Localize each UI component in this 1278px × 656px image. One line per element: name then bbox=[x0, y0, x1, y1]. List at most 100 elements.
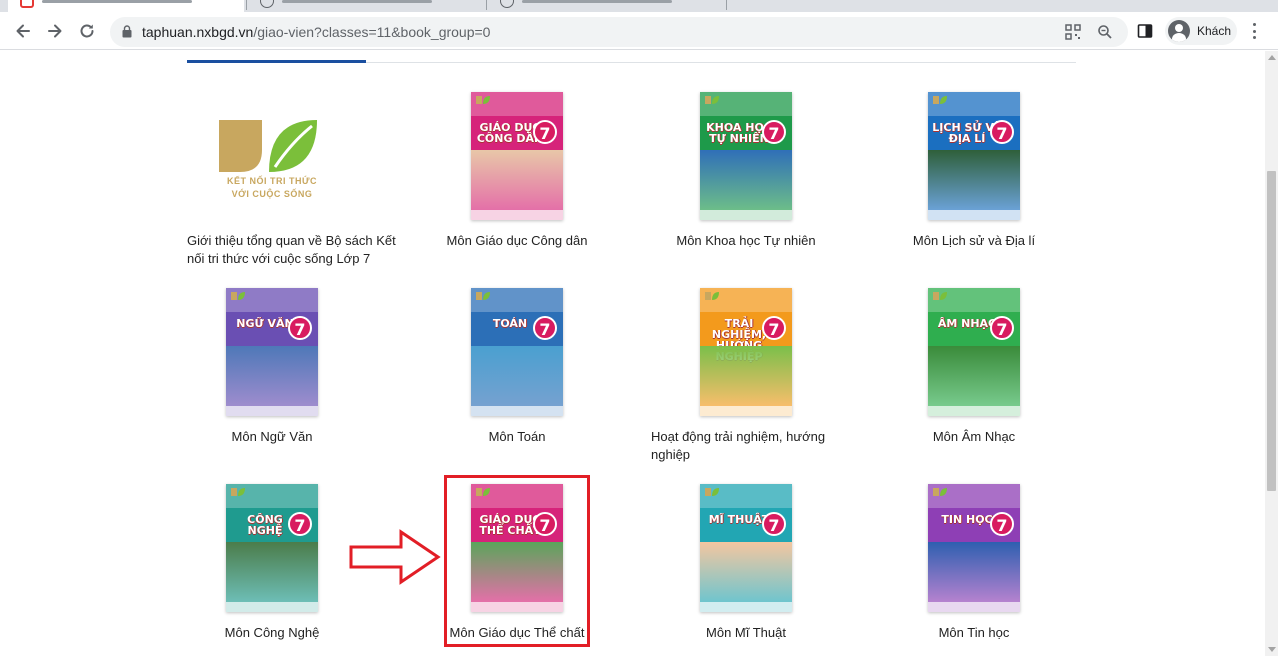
sidepanel-icon[interactable] bbox=[1137, 23, 1153, 39]
cover-footer bbox=[700, 406, 792, 416]
book-cover[interactable]: MĨ THUẬT 7 bbox=[700, 484, 792, 612]
book-title[interactable]: Môn Mĩ Thuật bbox=[641, 624, 851, 642]
publisher-logo-icon bbox=[705, 488, 719, 496]
logo-text-line2: VỚI CUỘC SỐNG bbox=[231, 189, 313, 199]
cover-illustration bbox=[700, 346, 792, 406]
page-content: KẾT NỐI TRI THỨC VỚI CUỘC SỐNG Giới thiệu … bbox=[0, 51, 1265, 656]
grade-badge: 7 bbox=[990, 512, 1014, 536]
avatar-icon bbox=[1168, 20, 1190, 42]
cover-illustration bbox=[226, 542, 318, 602]
scroll-up-icon[interactable] bbox=[1268, 55, 1276, 60]
active-tab-indicator bbox=[187, 60, 366, 63]
grade-badge: 7 bbox=[533, 120, 557, 144]
cover-footer bbox=[471, 210, 563, 220]
site-favicon-icon bbox=[20, 0, 34, 8]
more-menu-icon[interactable] bbox=[1246, 22, 1262, 40]
cover-illustration bbox=[471, 150, 563, 210]
grade-badge: 7 bbox=[288, 512, 312, 536]
book-title[interactable]: Môn Khoa học Tự nhiên bbox=[641, 232, 851, 250]
reload-button[interactable] bbox=[72, 16, 102, 46]
forward-button[interactable] bbox=[40, 16, 70, 46]
logo-text-line1: KẾT NỐI TRI THỨC bbox=[227, 176, 317, 186]
address-bar[interactable]: taphuan.nxbgd.vn/giao-vien?classes=11&bo… bbox=[110, 17, 1128, 47]
book-title[interactable]: Môn Ngữ Văn bbox=[167, 428, 377, 446]
publisher-logo-icon bbox=[933, 488, 947, 496]
cover-header bbox=[928, 484, 1020, 508]
browser-tab-2[interactable] bbox=[248, 0, 484, 12]
tab-title-fragment bbox=[282, 0, 432, 3]
highlight-box bbox=[444, 475, 590, 647]
cover-footer bbox=[928, 602, 1020, 612]
book-title[interactable]: Môn Lịch sử và Địa lí bbox=[869, 232, 1079, 250]
scrollbar-thumb[interactable] bbox=[1267, 171, 1276, 491]
publisher-logo-icon bbox=[933, 292, 947, 300]
page-scrollbar[interactable] bbox=[1265, 51, 1278, 656]
publisher-logo-icon bbox=[705, 292, 719, 300]
book-title[interactable]: Môn Tin học bbox=[869, 624, 1079, 642]
book-title[interactable]: Môn Toán bbox=[412, 428, 622, 446]
book-title[interactable]: Giới thiệu tổng quan về Bộ sách Kết nối … bbox=[187, 232, 397, 268]
book-title[interactable]: Môn Giáo dục Công dân bbox=[412, 232, 622, 250]
book-cover[interactable]: LỊCH SỬ VÀ ĐỊA LÍ 7 bbox=[928, 92, 1020, 220]
browser-toolbar: taphuan.nxbgd.vn/giao-vien?classes=11&bo… bbox=[0, 12, 1278, 50]
book-cover[interactable]: TIN HỌC 7 bbox=[928, 484, 1020, 612]
book-cover[interactable]: TRẢI NGHIỆM, HƯỚNG NGHIỆP7 bbox=[700, 288, 792, 416]
publisher-logo-icon bbox=[476, 96, 490, 104]
reload-icon bbox=[80, 24, 94, 38]
publisher-logo-icon bbox=[705, 96, 719, 104]
cover-header bbox=[471, 288, 563, 312]
kntt-logo[interactable]: KẾT NỐI TRI THỨC VỚI CUỘC SỐNG bbox=[207, 92, 337, 220]
tab-divider bbox=[246, 0, 247, 10]
cover-footer bbox=[928, 210, 1020, 220]
cover-illustration bbox=[700, 542, 792, 602]
profile-name: Khách bbox=[1197, 24, 1232, 38]
tab-icon bbox=[260, 0, 274, 8]
book-cover[interactable]: TOÁN 7 bbox=[471, 288, 563, 416]
profile-button[interactable]: Khách bbox=[1165, 17, 1237, 45]
cover-header bbox=[471, 92, 563, 116]
url-host: taphuan.nxbgd.vn bbox=[142, 24, 254, 40]
forward-icon bbox=[48, 24, 62, 38]
tab-divider bbox=[486, 0, 487, 10]
book-cover[interactable]: CÔNG NGHỆ 7 bbox=[226, 484, 318, 612]
cover-illustration bbox=[226, 346, 318, 406]
cover-header bbox=[928, 288, 1020, 312]
book-title[interactable]: Môn Công Nghệ bbox=[167, 624, 377, 642]
publisher-logo-icon bbox=[231, 488, 245, 496]
cover-illustration bbox=[928, 150, 1020, 210]
qr-code-icon[interactable] bbox=[1064, 23, 1082, 41]
cover-header bbox=[700, 92, 792, 116]
tab-divider bbox=[726, 0, 727, 10]
content-tabs-underline bbox=[187, 60, 1076, 63]
grade-badge: 7 bbox=[762, 316, 786, 340]
cover-illustration bbox=[471, 346, 563, 406]
grade-badge: 7 bbox=[762, 120, 786, 144]
lock-icon bbox=[122, 25, 132, 38]
tab-title-fragment bbox=[42, 0, 192, 3]
grade-badge: 7 bbox=[990, 316, 1014, 340]
book-cover[interactable]: KHOA HỌC TỰ NHIÊN 7 bbox=[700, 92, 792, 220]
scroll-down-icon[interactable] bbox=[1268, 647, 1276, 652]
cover-footer bbox=[226, 602, 318, 612]
book-cover[interactable]: ÂM NHẠC 7 bbox=[928, 288, 1020, 416]
book-title[interactable]: Môn Âm Nhạc bbox=[869, 428, 1079, 446]
back-button[interactable] bbox=[8, 16, 38, 46]
grade-badge: 7 bbox=[288, 316, 312, 340]
grade-badge: 7 bbox=[762, 512, 786, 536]
tab-title-fragment bbox=[522, 0, 672, 3]
grade-badge: 7 bbox=[990, 120, 1014, 144]
publisher-logo-icon bbox=[476, 292, 490, 300]
book-cover[interactable]: GIÁO DỤC CÔNG DÂN 7 bbox=[471, 92, 563, 220]
cover-illustration bbox=[700, 150, 792, 210]
back-icon bbox=[16, 24, 30, 38]
browser-tab-active[interactable] bbox=[8, 0, 244, 12]
cover-header bbox=[226, 288, 318, 312]
browser-tab-3[interactable] bbox=[488, 0, 724, 12]
book-title[interactable]: Hoạt động trải nghiệm, hướng nghiệp bbox=[651, 428, 841, 464]
cover-header bbox=[226, 484, 318, 508]
cover-footer bbox=[700, 210, 792, 220]
grade-badge: 7 bbox=[533, 316, 557, 340]
cover-footer bbox=[700, 602, 792, 612]
zoom-icon[interactable] bbox=[1096, 23, 1114, 41]
book-cover[interactable]: NGỮ VĂN 7 bbox=[226, 288, 318, 416]
